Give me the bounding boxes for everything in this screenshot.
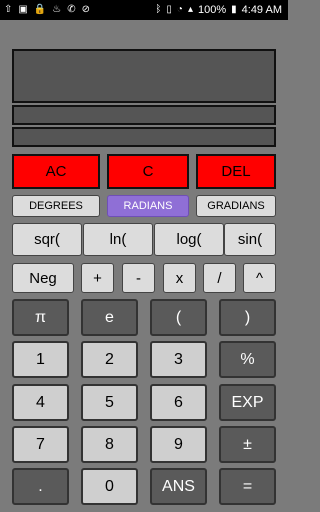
digit-0-button[interactable]: 0 [81,468,138,505]
battery-level: 100% [197,3,227,16]
secondary-display [12,105,276,125]
battery-full-icon: ▮ [231,4,237,15]
multiply-button[interactable]: x [163,263,196,293]
missed-call-icon: ✆ [67,4,76,15]
sin-button[interactable]: sin( [224,223,276,256]
plus-minus-button[interactable]: ± [219,426,276,463]
plus-button[interactable]: + [81,263,114,293]
fire-icon: ♨ [52,4,62,15]
result-display [12,127,276,147]
degrees-button[interactable]: DEGREES [12,195,100,217]
no-sim-icon: ⊘ [81,4,91,15]
equals-button[interactable]: = [219,468,276,505]
pi-button[interactable]: π [12,299,69,336]
c-button[interactable]: C [107,154,189,189]
digit-2-button[interactable]: 2 [81,341,138,378]
power-button[interactable]: ^ [243,263,276,293]
digit-8-button[interactable]: 8 [81,426,138,463]
radians-button[interactable]: RADIANS [107,195,189,217]
vibrate-icon: ▯ [166,4,172,15]
bluetooth-icon: ᛒ [155,4,162,15]
sqr-button[interactable]: sqr( [12,223,82,256]
e-button[interactable]: e [81,299,138,336]
photo-icon: ▣ [18,4,28,15]
decimal-point-button[interactable]: . [12,468,69,505]
main-display [12,49,276,103]
ans-button[interactable]: ANS [150,468,207,505]
digit-6-button[interactable]: 6 [150,384,207,421]
digit-9-button[interactable]: 9 [150,426,207,463]
digit-5-button[interactable]: 5 [81,384,138,421]
signal-icon: ▴ [187,4,193,15]
wifi-icon: ◔ [176,4,183,15]
minus-button[interactable]: - [122,263,155,293]
gradians-button[interactable]: GRADIANS [196,195,276,217]
log-button[interactable]: log( [154,223,224,256]
ac-button[interactable]: AC [12,154,100,189]
clock: 4:49 AM [241,3,282,16]
left-paren-button[interactable]: ( [150,299,207,336]
divide-button[interactable]: / [203,263,236,293]
digit-1-button[interactable]: 1 [12,341,69,378]
neg-button[interactable]: Neg [12,263,74,293]
digit-4-button[interactable]: 4 [12,384,69,421]
up-arrow-icon: ⇧ [4,4,13,15]
right-paren-button[interactable]: ) [219,299,276,336]
exp-button[interactable]: EXP [219,384,276,421]
del-button[interactable]: DEL [196,154,276,189]
digit-3-button[interactable]: 3 [150,341,207,378]
lock-icon: 🔒 [33,4,47,15]
status-bar: ⇧ ▣ 🔒 ♨ ✆ ⊘ ᛒ ▯ ◔ ▴ 100% ▮ 4:49 AM [0,0,288,20]
ln-button[interactable]: ln( [83,223,153,256]
digit-7-button[interactable]: 7 [12,426,69,463]
percent-button[interactable]: % [219,341,276,378]
